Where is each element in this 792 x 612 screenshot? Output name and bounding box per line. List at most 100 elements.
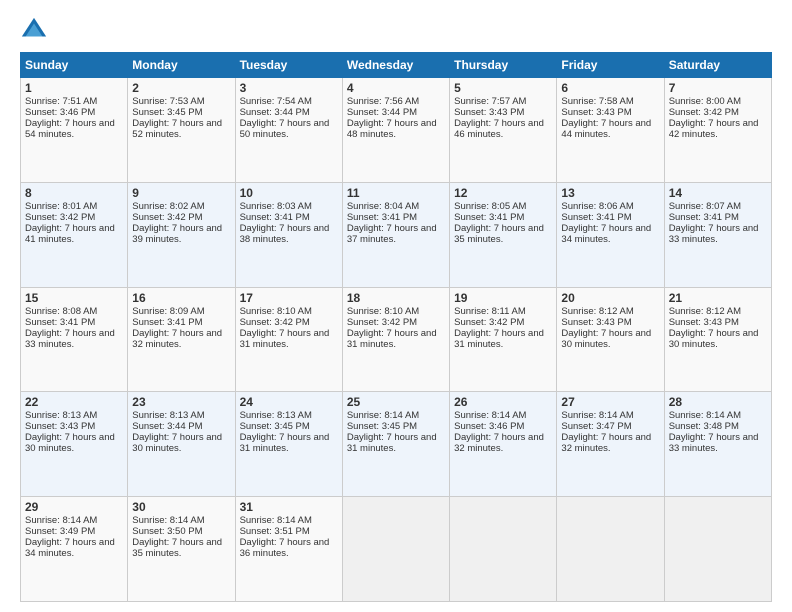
sunrise: Sunrise: 8:13 AM: [25, 410, 97, 421]
sunset: Sunset: 3:47 PM: [561, 421, 631, 432]
sunrise: Sunrise: 7:54 AM: [240, 96, 312, 107]
sunrise: Sunrise: 8:14 AM: [132, 515, 204, 526]
sunrise: Sunrise: 8:07 AM: [669, 201, 741, 212]
day-header-thursday: Thursday: [450, 53, 557, 78]
header: [20, 16, 772, 44]
sunset: Sunset: 3:45 PM: [132, 107, 202, 118]
sunset: Sunset: 3:43 PM: [561, 317, 631, 328]
day-number: 22: [25, 395, 123, 409]
calendar-cell: [557, 497, 664, 602]
sunrise: Sunrise: 8:14 AM: [669, 410, 741, 421]
calendar-cell: 6Sunrise: 7:58 AMSunset: 3:43 PMDaylight…: [557, 78, 664, 183]
sunset: Sunset: 3:43 PM: [25, 421, 95, 432]
sunrise: Sunrise: 8:14 AM: [240, 515, 312, 526]
sunset: Sunset: 3:43 PM: [561, 107, 631, 118]
daylight: Daylight: 7 hours and 31 minutes.: [347, 432, 437, 454]
calendar-cell: 28Sunrise: 8:14 AMSunset: 3:48 PMDayligh…: [664, 392, 771, 497]
calendar-cell: [342, 497, 449, 602]
daylight: Daylight: 7 hours and 31 minutes.: [454, 328, 544, 350]
daylight: Daylight: 7 hours and 33 minutes.: [25, 328, 115, 350]
sunrise: Sunrise: 8:13 AM: [132, 410, 204, 421]
calendar-week-row: 15Sunrise: 8:08 AMSunset: 3:41 PMDayligh…: [21, 287, 772, 392]
sunset: Sunset: 3:42 PM: [454, 317, 524, 328]
sunrise: Sunrise: 8:01 AM: [25, 201, 97, 212]
sunrise: Sunrise: 7:56 AM: [347, 96, 419, 107]
calendar-cell: 2Sunrise: 7:53 AMSunset: 3:45 PMDaylight…: [128, 78, 235, 183]
day-header-friday: Friday: [557, 53, 664, 78]
calendar-cell: 4Sunrise: 7:56 AMSunset: 3:44 PMDaylight…: [342, 78, 449, 183]
calendar-cell: 22Sunrise: 8:13 AMSunset: 3:43 PMDayligh…: [21, 392, 128, 497]
sunset: Sunset: 3:42 PM: [240, 317, 310, 328]
day-header-tuesday: Tuesday: [235, 53, 342, 78]
sunset: Sunset: 3:41 PM: [240, 212, 310, 223]
calendar-cell: 9Sunrise: 8:02 AMSunset: 3:42 PMDaylight…: [128, 182, 235, 287]
daylight: Daylight: 7 hours and 32 minutes.: [132, 328, 222, 350]
daylight: Daylight: 7 hours and 30 minutes.: [669, 328, 759, 350]
day-number: 8: [25, 186, 123, 200]
sunrise: Sunrise: 8:10 AM: [240, 306, 312, 317]
sunrise: Sunrise: 8:12 AM: [561, 306, 633, 317]
page: SundayMondayTuesdayWednesdayThursdayFrid…: [0, 0, 792, 612]
calendar-cell: [450, 497, 557, 602]
day-number: 24: [240, 395, 338, 409]
calendar-cell: 13Sunrise: 8:06 AMSunset: 3:41 PMDayligh…: [557, 182, 664, 287]
day-number: 28: [669, 395, 767, 409]
sunset: Sunset: 3:41 PM: [669, 212, 739, 223]
calendar-cell: 20Sunrise: 8:12 AMSunset: 3:43 PMDayligh…: [557, 287, 664, 392]
sunrise: Sunrise: 8:05 AM: [454, 201, 526, 212]
sunrise: Sunrise: 7:57 AM: [454, 96, 526, 107]
calendar-week-row: 29Sunrise: 8:14 AMSunset: 3:49 PMDayligh…: [21, 497, 772, 602]
day-header-saturday: Saturday: [664, 53, 771, 78]
calendar-week-row: 8Sunrise: 8:01 AM Sunset: 3:42 PM Daylight…: [21, 182, 772, 287]
sunrise: Sunrise: 8:12 AM: [669, 306, 741, 317]
calendar-cell: 23Sunrise: 8:13 AMSunset: 3:44 PMDayligh…: [128, 392, 235, 497]
sunrise: Sunrise: 8:04 AM: [347, 201, 419, 212]
logo: [20, 16, 52, 44]
daylight: Daylight: 7 hours and 30 minutes.: [132, 432, 222, 454]
sunrise: Sunrise: 8:09 AM: [132, 306, 204, 317]
calendar-cell: 1Sunrise: 7:51 AMSunset: 3:46 PMDaylight…: [21, 78, 128, 183]
daylight: Daylight: 7 hours and 42 minutes.: [669, 118, 759, 140]
calendar-week-row: 22Sunrise: 8:13 AMSunset: 3:43 PMDayligh…: [21, 392, 772, 497]
daylight: Daylight: 7 hours and 34 minutes.: [561, 223, 651, 245]
day-number: 14: [669, 186, 767, 200]
daylight: Daylight: 7 hours and 36 minutes.: [240, 537, 330, 559]
sunset: Sunset: 3:42 PM: [132, 212, 202, 223]
calendar-cell: 27Sunrise: 8:14 AMSunset: 3:47 PMDayligh…: [557, 392, 664, 497]
sunrise: Sunrise: 8:14 AM: [347, 410, 419, 421]
day-number: 26: [454, 395, 552, 409]
sunset: Sunset: 3:41 PM: [132, 317, 202, 328]
day-number: 29: [25, 500, 123, 514]
day-header-monday: Monday: [128, 53, 235, 78]
day-header-sunday: Sunday: [21, 53, 128, 78]
day-number: 16: [132, 291, 230, 305]
calendar-cell: 10Sunrise: 8:03 AMSunset: 3:41 PMDayligh…: [235, 182, 342, 287]
calendar-cell: 14Sunrise: 8:07 AMSunset: 3:41 PMDayligh…: [664, 182, 771, 287]
calendar-cell: 21Sunrise: 8:12 AMSunset: 3:43 PMDayligh…: [664, 287, 771, 392]
daylight: Daylight: 7 hours and 33 minutes.: [669, 432, 759, 454]
daylight: Daylight: 7 hours and 32 minutes.: [454, 432, 544, 454]
sunset: Sunset: 3:44 PM: [240, 107, 310, 118]
calendar-cell: 12Sunrise: 8:05 AMSunset: 3:41 PMDayligh…: [450, 182, 557, 287]
day-number: 9: [132, 186, 230, 200]
sunset: Sunset: 3:50 PM: [132, 526, 202, 537]
daylight: Daylight: 7 hours and 50 minutes.: [240, 118, 330, 140]
sunset: Sunset: 3:43 PM: [669, 317, 739, 328]
daylight: Daylight: 7 hours and 30 minutes.: [25, 432, 115, 454]
day-number: 17: [240, 291, 338, 305]
sunset: Sunset: 3:41 PM: [454, 212, 524, 223]
sunrise: Sunrise: 8:06 AM: [561, 201, 633, 212]
sunset: Sunset: 3:48 PM: [669, 421, 739, 432]
sunrise: Sunrise: 7:58 AM: [561, 96, 633, 107]
daylight: Daylight: 7 hours and 41 minutes.: [25, 223, 115, 245]
daylight: Daylight: 7 hours and 35 minutes.: [132, 537, 222, 559]
day-number: 10: [240, 186, 338, 200]
sunrise: Sunrise: 8:08 AM: [25, 306, 97, 317]
calendar-header-row: SundayMondayTuesdayWednesdayThursdayFrid…: [21, 53, 772, 78]
sunset: Sunset: 3:42 PM: [669, 107, 739, 118]
day-number: 1: [25, 81, 123, 95]
calendar-cell: 24Sunrise: 8:13 AMSunset: 3:45 PMDayligh…: [235, 392, 342, 497]
sunset: Sunset: 3:44 PM: [132, 421, 202, 432]
daylight: Daylight: 7 hours and 54 minutes.: [25, 118, 115, 140]
sunrise: Sunrise: 7:53 AM: [132, 96, 204, 107]
